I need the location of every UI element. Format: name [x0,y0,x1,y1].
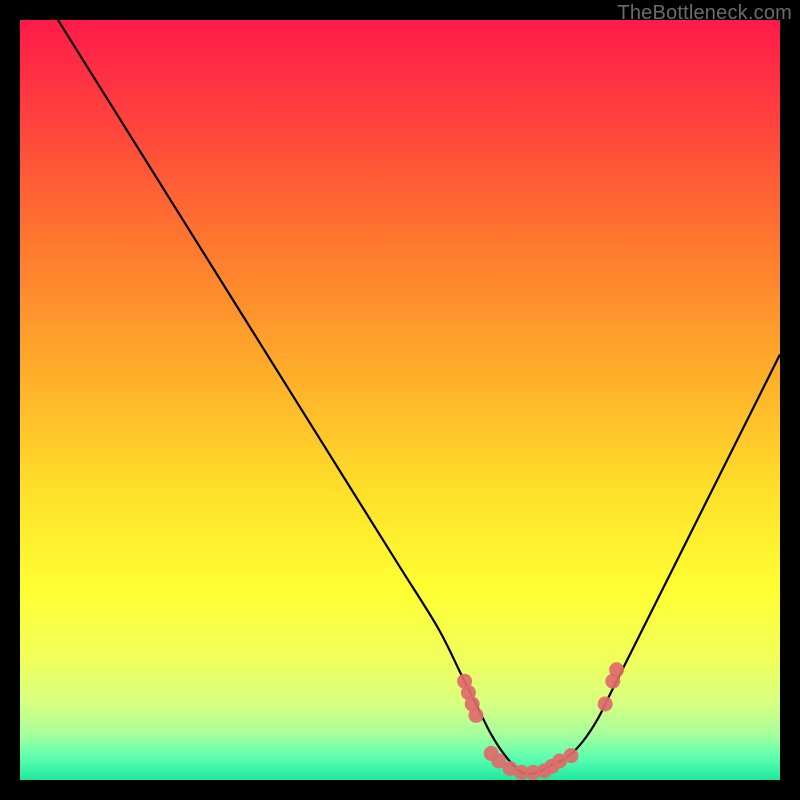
chart-frame [20,20,780,780]
data-point [598,697,613,712]
data-point [469,708,484,723]
bottleneck-chart [20,20,780,780]
data-point [609,662,624,677]
watermark-text: TheBottleneck.com [617,2,792,25]
data-point [564,748,579,763]
gradient-background [20,20,780,780]
